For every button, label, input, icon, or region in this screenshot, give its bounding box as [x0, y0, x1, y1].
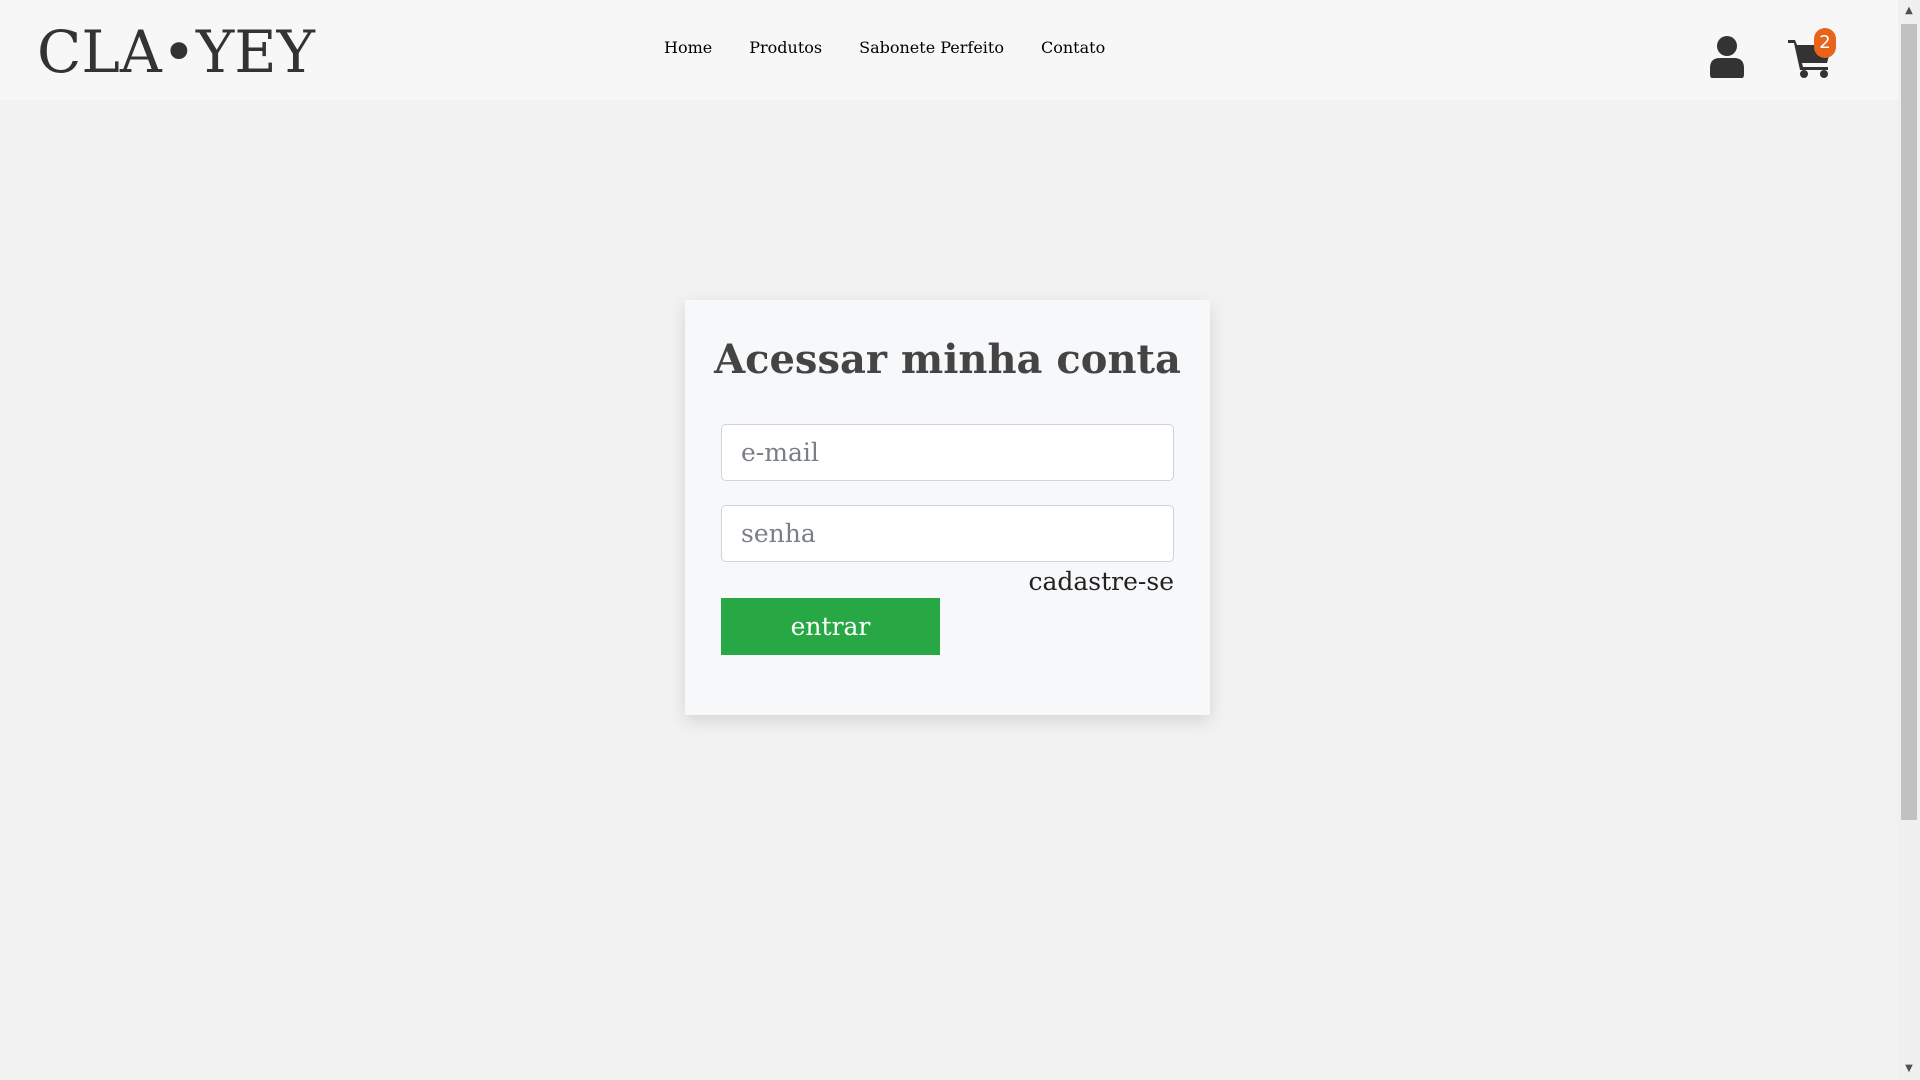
- nav-item-contato[interactable]: Contato: [1041, 38, 1105, 57]
- scroll-down-arrow-icon[interactable]: ▼: [1898, 1058, 1920, 1080]
- password-field[interactable]: [721, 505, 1174, 562]
- login-card: Acessar minha conta cadastre-se entrar: [685, 300, 1210, 715]
- nav-item-home[interactable]: Home: [664, 38, 712, 57]
- vertical-scrollbar[interactable]: ▲ ▼: [1898, 0, 1920, 1080]
- nav-item-sabonete-perfeito[interactable]: Sabonete Perfeito: [859, 38, 1004, 57]
- user-icon[interactable]: [1710, 36, 1744, 78]
- scrollbar-thumb[interactable]: [1901, 24, 1917, 820]
- signup-link[interactable]: cadastre-se: [1028, 564, 1174, 600]
- email-field[interactable]: [721, 424, 1174, 481]
- scroll-up-arrow-icon[interactable]: ▲: [1898, 0, 1920, 22]
- nav-item-produtos[interactable]: Produtos: [749, 38, 822, 57]
- main-nav: Home Produtos Sabonete Perfeito Contato: [664, 38, 1105, 57]
- cart-count-badge: 2: [1814, 28, 1836, 58]
- page: CLA•YEY Home Produtos Sabonete Perfeito …: [0, 0, 1920, 1080]
- site-header: CLA•YEY Home Produtos Sabonete Perfeito …: [0, 0, 1898, 100]
- brand-logo[interactable]: CLA•YEY: [37, 12, 315, 92]
- login-submit-button[interactable]: entrar: [721, 598, 940, 655]
- login-title: Acessar minha conta: [714, 336, 1181, 383]
